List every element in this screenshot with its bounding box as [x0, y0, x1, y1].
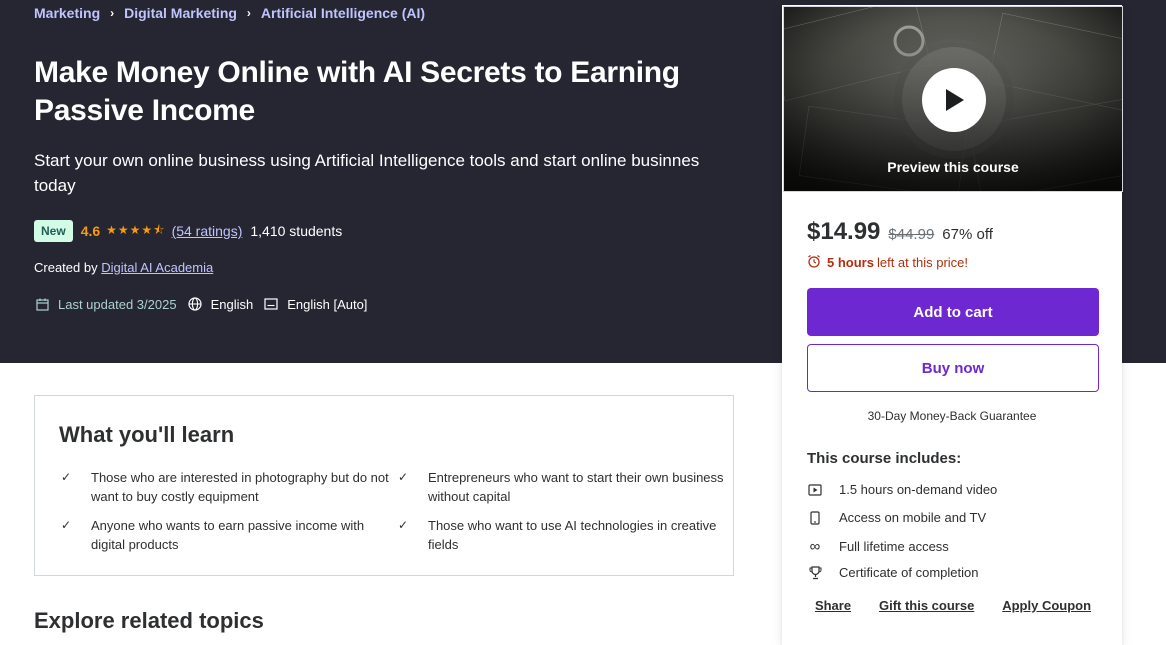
price-row: $14.99 $44.99 67% off: [807, 218, 993, 246]
check-icon: ✓: [61, 470, 72, 484]
timer-hours: 5 hours: [827, 255, 874, 270]
star-rating-icon: ★★★★⯪: [106, 222, 166, 237]
breadcrumb-digital-marketing[interactable]: Digital Marketing: [124, 5, 237, 21]
original-price: $44.99: [888, 226, 935, 243]
learn-item: ✓ Those who are interested in photograph…: [61, 468, 391, 506]
include-text: 1.5 hours on-demand video: [839, 482, 998, 497]
course-subtitle: Start your own online business using Art…: [34, 151, 700, 195]
mobile-icon: [807, 510, 823, 525]
breadcrumb: Marketing › Digital Marketing › Artifici…: [34, 5, 425, 21]
chevron-right-icon: ›: [246, 6, 251, 20]
trophy-icon: [807, 565, 823, 580]
learn-item: ✓ Those who want to use AI technologies …: [398, 516, 728, 554]
learn-item-text: Those who are interested in photography …: [91, 470, 389, 504]
apply-coupon-link[interactable]: Apply Coupon: [1002, 598, 1091, 613]
include-item: 1.5 hours on-demand video: [807, 482, 997, 497]
add-to-cart-button[interactable]: Add to cart: [807, 288, 1099, 336]
infinity-icon: ∞: [809, 538, 821, 555]
created-by-label: Created by: [34, 260, 98, 275]
discount-percent: 67% off: [942, 226, 993, 243]
created-by: Created by Digital AI Academia: [34, 260, 213, 275]
ratings-count-link[interactable]: (54 ratings): [172, 223, 243, 239]
include-item: Access on mobile and TV: [807, 510, 986, 525]
author-link[interactable]: Digital AI Academia: [101, 260, 213, 275]
learn-item-text: Entrepreneurs who want to start their ow…: [428, 470, 724, 504]
captions-icon: [263, 296, 279, 312]
learn-item: ✓ Entrepreneurs who want to start their …: [398, 468, 728, 506]
current-price: $14.99: [807, 218, 881, 245]
course-captions: English [Auto]: [287, 296, 368, 312]
course-meta: Last updated 3/2025 English English [Aut…: [34, 296, 377, 312]
learn-item: ✓ Anyone who wants to earn passive incom…: [61, 516, 391, 554]
check-icon: ✓: [61, 518, 72, 532]
share-link[interactable]: Share: [815, 598, 851, 613]
timer-text: left at this price!: [876, 255, 969, 270]
include-item: ∞ Full lifetime access: [807, 538, 949, 555]
includes-heading: This course includes:: [807, 450, 962, 467]
price-timer: 5 hours left at this price!: [807, 254, 968, 271]
check-icon: ✓: [398, 518, 409, 532]
include-item: Certificate of completion: [807, 565, 978, 580]
play-icon[interactable]: [922, 68, 986, 132]
purchase-card: Preview this course $14.99 $44.99 67% of…: [782, 5, 1123, 645]
include-text: Access on mobile and TV: [839, 510, 987, 525]
globe-icon: [187, 296, 203, 312]
include-text: Full lifetime access: [839, 539, 949, 554]
money-back-guarantee: 30-Day Money-Back Guarantee: [867, 409, 1037, 423]
preview-label: Preview this course: [887, 159, 1019, 175]
breadcrumb-marketing[interactable]: Marketing: [34, 5, 100, 21]
rating-value: 4.6: [80, 223, 101, 239]
what-youll-learn: What you'll learn ✓ Those who are intere…: [34, 395, 734, 576]
breadcrumb-ai[interactable]: Artificial Intelligence (AI): [261, 5, 425, 21]
check-icon: ✓: [398, 470, 409, 484]
last-updated: Last updated 3/2025: [58, 296, 177, 312]
card-actions: Share Gift this course Apply Coupon: [783, 598, 1123, 613]
explore-related-heading: Explore related topics: [34, 608, 264, 633]
chevron-right-icon: ›: [110, 6, 115, 20]
alarm-clock-icon: [807, 254, 821, 271]
learn-item-text: Anyone who wants to earn passive income …: [91, 518, 365, 552]
learn-heading: What you'll learn: [59, 422, 235, 447]
new-badge: New: [34, 220, 73, 242]
include-text: Certificate of completion: [839, 565, 979, 580]
course-title: Make Money Online with AI Secrets to Ear…: [34, 56, 680, 127]
learn-item-text: Those who want to use AI technologies in…: [428, 518, 717, 552]
video-icon: [807, 483, 823, 496]
calendar-icon: [34, 296, 50, 312]
gift-course-link[interactable]: Gift this course: [879, 598, 974, 613]
students-count: 1,410 students: [250, 223, 343, 239]
course-preview[interactable]: Preview this course: [783, 6, 1123, 192]
buy-now-button[interactable]: Buy now: [807, 344, 1099, 392]
rating-row: New 4.6 ★★★★⯪ (54 ratings) 1,410 student…: [34, 220, 342, 242]
course-language: English: [210, 296, 254, 312]
